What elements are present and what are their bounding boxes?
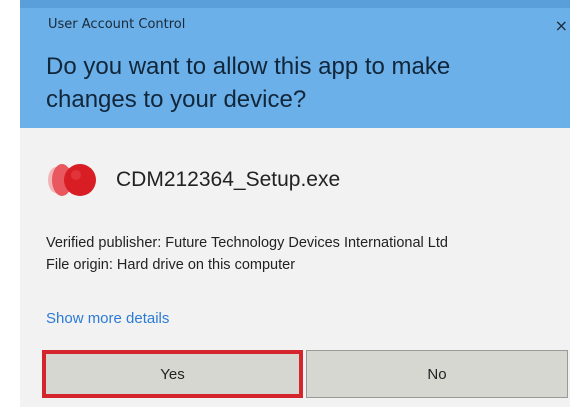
screen: User Account Control × Do you want to al… xyxy=(0,0,570,407)
yes-button[interactable]: Yes xyxy=(42,350,303,398)
dialog-header: User Account Control × Do you want to al… xyxy=(20,0,570,128)
app-name: CDM212364_Setup.exe xyxy=(116,168,341,191)
app-row: CDM212364_Setup.exe xyxy=(46,160,340,200)
header-strip xyxy=(20,0,570,8)
window-title: User Account Control xyxy=(48,17,186,32)
uac-dialog: User Account Control × Do you want to al… xyxy=(20,0,570,407)
origin-text: File origin: Hard drive on this computer xyxy=(46,257,296,273)
setup-app-icon xyxy=(46,160,102,200)
close-icon[interactable]: × xyxy=(555,16,568,35)
show-more-details-link[interactable]: Show more details xyxy=(46,310,169,327)
publisher-text: Verified publisher: Future Technology De… xyxy=(46,235,448,251)
prompt-question: Do you want to allow this app to make ch… xyxy=(46,53,451,113)
app-info: Verified publisher: Future Technology De… xyxy=(46,232,448,276)
desktop-edge xyxy=(0,0,20,407)
no-button[interactable]: No xyxy=(306,350,568,398)
